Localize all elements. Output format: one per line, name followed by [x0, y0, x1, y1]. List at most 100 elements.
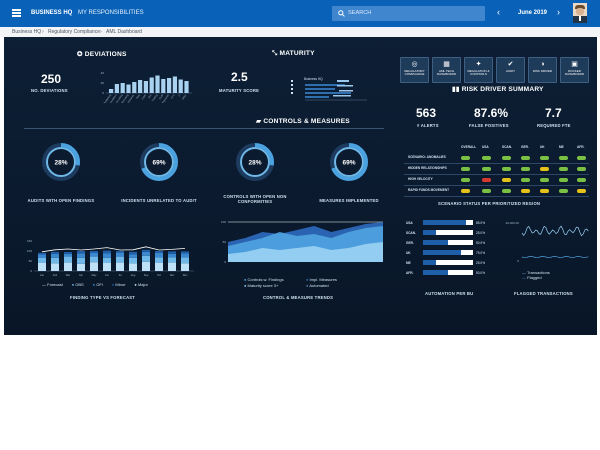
donut-value: 28%: [54, 160, 67, 167]
finding-legend-label: Minor: [115, 282, 126, 287]
finding-category-label: Feb: [53, 273, 58, 277]
action-button-label: RISK DRIVER: [532, 69, 553, 73]
finding-bar-segment: [64, 256, 72, 263]
finding-axis-label: 150: [27, 239, 32, 243]
finding-category-label: Dec: [183, 273, 188, 277]
finding-bar-segment: [51, 257, 59, 264]
status-pill: [521, 167, 530, 171]
action-button-1[interactable]: ◎ REGULATORY COMPLIANCE: [400, 57, 429, 83]
scenario-column-label: AFR.: [577, 145, 585, 149]
hamburger-menu-icon[interactable]: [12, 9, 21, 17]
controls-header: ▰ CONTROLS & MEASURES: [256, 117, 350, 125]
donut-chart: 28%: [236, 143, 274, 181]
automation-bar-fill: [423, 220, 466, 225]
finding-legend-label: OFI: [96, 282, 103, 287]
nav-my-responsibilities[interactable]: MY RESPONSIBILITIES: [78, 10, 144, 16]
breadcrumb-item-aml: AML Dashboard: [106, 29, 142, 35]
deviations-bar: [109, 89, 114, 93]
deviations-bar: [126, 84, 131, 93]
scenario-row-label: RAPID FUNDS MOVEMENT: [408, 188, 450, 192]
automation-bar-track: [423, 250, 473, 255]
finding-bar-segment: [51, 253, 59, 258]
finding-bar-segment: [168, 253, 176, 258]
flagged-line: [521, 256, 589, 258]
scenario-column-label: USA: [482, 145, 489, 149]
finding-bar-segment: [51, 263, 59, 271]
status-pill: [482, 178, 491, 182]
action-button-4[interactable]: ✔ AUDIT: [496, 57, 525, 83]
donut-label: CONTROLS WITH OPEN NON CONFORMITIES: [223, 194, 287, 204]
brand-title[interactable]: BUSINESS HQ: [31, 10, 72, 16]
breadcrumb-item-regulatory[interactable]: Regulatory Compliance: [48, 27, 100, 37]
legend-maturity-score: Maturity score 3+: [247, 283, 279, 288]
risk-driver-title: RISK DRIVER SUMMARY: [461, 86, 544, 93]
finding-bar-segment: [103, 253, 111, 258]
finding-bar-segment: [129, 251, 137, 255]
finding-bar-segment: [168, 257, 176, 263]
finding-bar-segment: [103, 257, 111, 263]
finding-bar-segment: [77, 253, 85, 258]
automation-bar-value: 85.0%: [476, 221, 486, 225]
legend-controls-findings: Controls w. Findings: [247, 277, 284, 282]
finding-category-label: Sep: [144, 273, 149, 277]
chevron-right-icon[interactable]: ›: [557, 7, 560, 17]
finding-category-label: Nov: [170, 273, 175, 277]
finding-bar-segment: [155, 251, 163, 253]
month-selector[interactable]: June 2019: [518, 10, 547, 16]
finding-category-label: Jul: [118, 273, 122, 277]
automation-bar-value: 25.0%: [476, 231, 486, 235]
finding-category-label: Jan: [40, 273, 45, 277]
finding-bar-segment: [129, 257, 137, 264]
status-pill: [559, 189, 568, 193]
status-pill: [540, 178, 549, 182]
action-button-5[interactable]: ◑ RISK DRIVER: [528, 57, 557, 83]
finding-bar-segment: [142, 255, 150, 262]
action-button-6[interactable]: ▣ DOCKED DASHBOARD: [560, 57, 589, 83]
status-pill: [482, 189, 491, 193]
finding-bar-segment: [129, 254, 137, 258]
finding-legend-item: ● Minor: [111, 282, 126, 287]
action-button-label: DOCKED DASHBOARD: [564, 69, 584, 77]
automation-bu-label: AFR.: [406, 271, 414, 275]
risk-driver-header: ▮▮ RISK DRIVER SUMMARY: [452, 85, 544, 93]
chevron-left-icon[interactable]: ‹: [497, 7, 500, 17]
breadcrumb-separator: ›: [42, 29, 44, 35]
automation-per-bu: USA 85.0% SCAN. 25.0% GER. 50.0% UK 75.0% ME 25.0…: [406, 220, 494, 280]
finding-legend-item: ● OBS: [71, 282, 84, 287]
deviations-bar: [172, 76, 177, 93]
breadcrumb-item-business-hq[interactable]: Business HQ: [12, 27, 41, 37]
search-input[interactable]: SEARCH: [348, 10, 371, 16]
user-avatar[interactable]: [573, 3, 587, 23]
finding-axis-label: 100: [27, 249, 32, 253]
automation-bar-fill: [423, 250, 461, 255]
donut-label: AUDITS WITH OPEN FINDINGS: [27, 198, 95, 203]
finding-bar-segment: [116, 262, 124, 271]
action-buttons: ◎ REGULATORY COMPLIANCE ▦ AML TECH DASHBOAR…: [400, 57, 590, 83]
trends-legend: ● Controls w. Findings ● Impl. Measures …: [244, 277, 337, 288]
legend-flagged: Flagged: [527, 275, 542, 280]
status-pill: [502, 178, 511, 182]
finding-bar-segment: [90, 256, 98, 263]
automation-bar-track: [423, 230, 473, 235]
finding-category-label: Aug: [131, 273, 136, 277]
action-button-2[interactable]: ▦ AML TECH DASHBOARD: [432, 57, 461, 83]
finding-bar-segment: [77, 251, 85, 254]
maturity-chart: [291, 80, 367, 101]
flagged-legend: — Transactions — Flagged: [522, 270, 550, 280]
action-button-3[interactable]: ✦ REGULATION & CONTROLS: [464, 57, 493, 83]
donut-value: 28%: [248, 160, 261, 167]
deviations-axis-label: 40: [101, 71, 105, 75]
deviations-bar: [143, 81, 148, 93]
trends-caption: CONTROL & MEASURE TRENDS: [263, 295, 334, 300]
status-pill: [577, 156, 586, 160]
trends-axis-label: 100: [221, 220, 226, 224]
search-icon: [338, 10, 345, 17]
scenario-row-label: HIGH VELOCITY: [408, 177, 433, 181]
donut-value: 69%: [342, 160, 355, 167]
legend-impl-measures: Impl. Measures: [309, 277, 337, 282]
legend-automated: Automated: [309, 283, 329, 288]
trends-axis-label: 0: [224, 260, 226, 264]
search-box[interactable]: SEARCH: [332, 6, 485, 21]
finding-bar-segment: [181, 251, 189, 254]
finding-bar-segment: [155, 257, 163, 263]
